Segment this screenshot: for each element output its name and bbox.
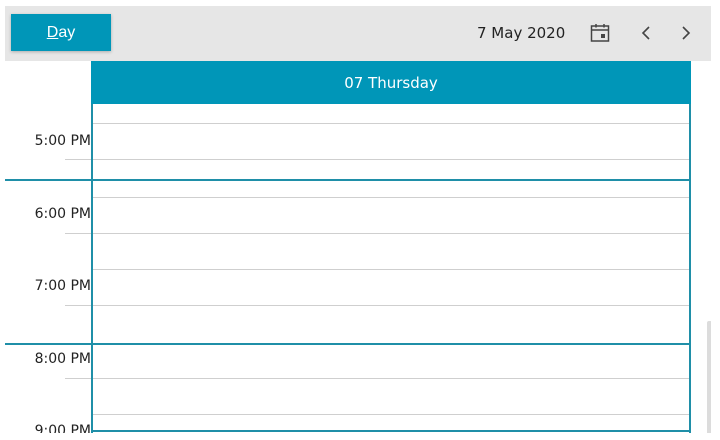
slot-line [93, 123, 689, 124]
slot-line [93, 378, 689, 379]
slot-line [93, 159, 689, 160]
half-hour-tick [65, 159, 91, 160]
current-date-label[interactable]: 7 May 2020 [477, 24, 565, 42]
work-hours-divider [93, 179, 689, 181]
work-hours-divider [5, 179, 91, 181]
slot-line [93, 305, 689, 306]
time-label-8pm: 8:00 PM [34, 351, 91, 367]
time-ruler: 5:00 PM 6:00 PM 7:00 PM 8:00 PM 9:00 PM [5, 61, 92, 433]
view-button-mnemonic: D [46, 23, 59, 41]
half-hour-tick [65, 305, 91, 306]
day-view-button[interactable]: Day [11, 14, 111, 51]
view-button-label: ay [58, 23, 76, 41]
calendar-icon[interactable] [587, 20, 613, 46]
day-header[interactable]: 07 Thursday [91, 61, 691, 104]
time-label-7pm: 7:00 PM [34, 278, 91, 294]
slot-line [93, 233, 689, 234]
work-hours-divider [93, 343, 689, 345]
day-column[interactable] [91, 104, 691, 433]
slot-line [93, 414, 689, 415]
time-label-5pm: 5:00 PM [34, 133, 91, 149]
half-hour-tick [65, 233, 91, 234]
slot-line [93, 269, 689, 270]
chevron-left-icon[interactable] [633, 20, 659, 46]
slot-line [93, 197, 689, 198]
vertical-scrollbar[interactable] [707, 321, 711, 433]
chevron-right-icon[interactable] [673, 20, 699, 46]
half-hour-tick [65, 378, 91, 379]
time-label-6pm: 6:00 PM [34, 206, 91, 222]
work-hours-divider [5, 343, 91, 345]
time-label-9pm: 9:00 PM [34, 423, 91, 433]
toolbar: Day 7 May 2020 [5, 6, 711, 61]
day-column-bottom-border [91, 430, 691, 432]
day-view-calendar: 5:00 PM 6:00 PM 7:00 PM 8:00 PM 9:00 PM … [5, 61, 711, 433]
